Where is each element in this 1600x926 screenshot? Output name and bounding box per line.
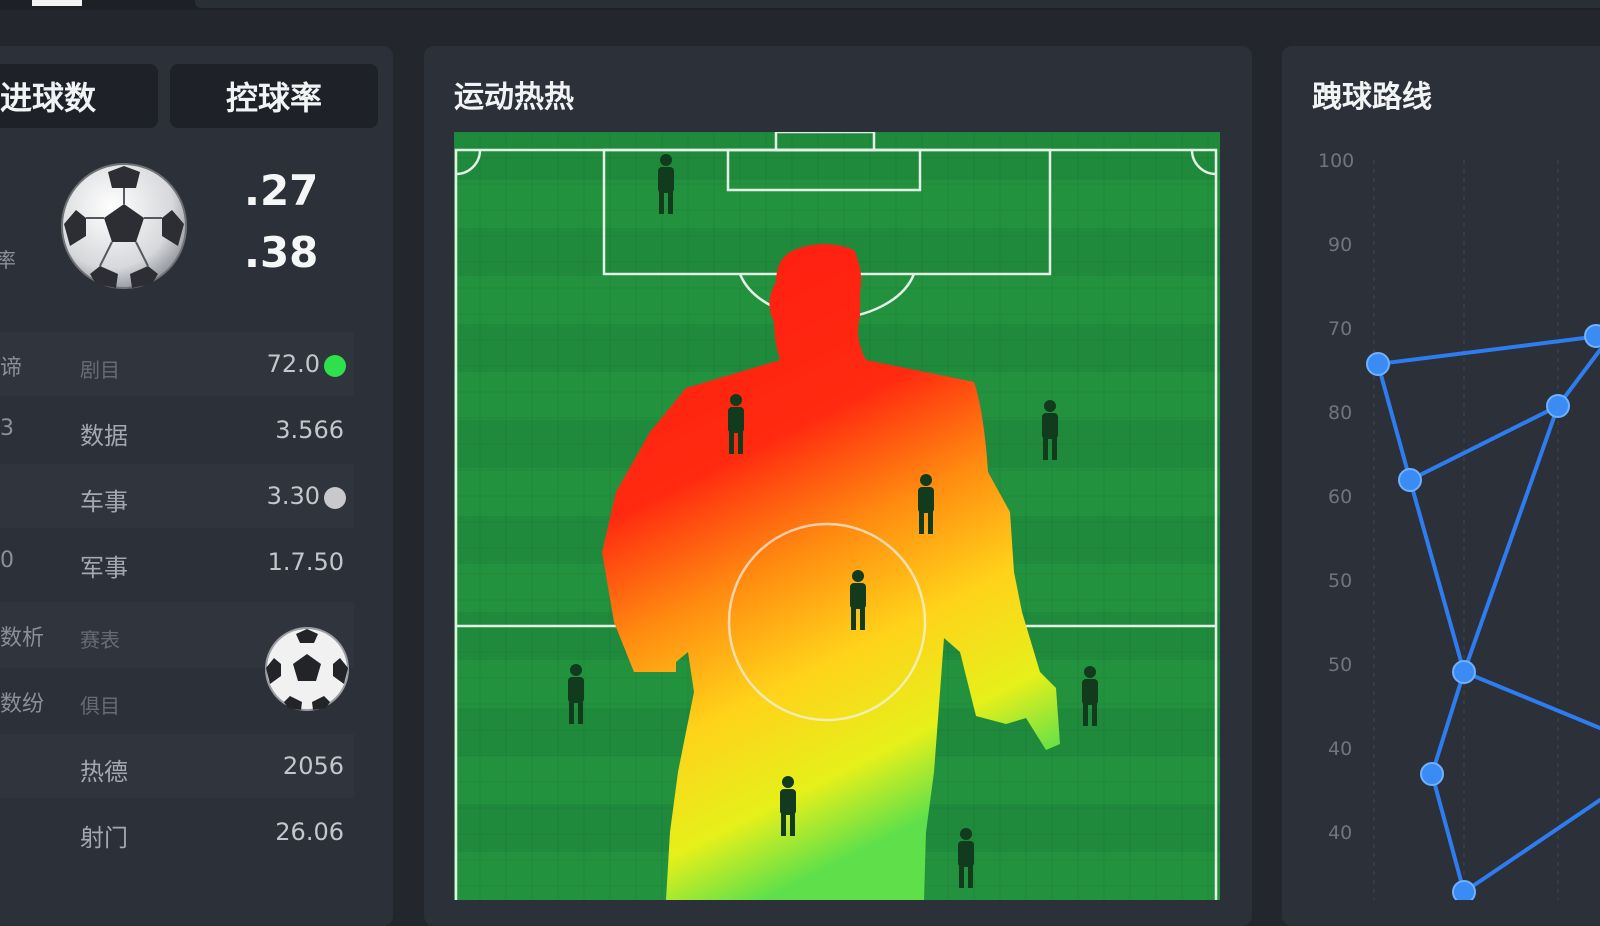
stat-row: 3 数据 3.566 [0,398,354,462]
stat-label: 军事 [80,554,128,582]
stat-row: 热德 2056 [0,734,354,798]
tab-possession-label: 控球率 [225,79,322,117]
stat-label: 数据 [80,422,128,450]
y-axis-label: 90 [1328,234,1353,256]
soccer-ball-icon [61,163,187,289]
route-chart [1366,160,1600,900]
y-axis-label: 50 [1328,570,1353,592]
stat-row: 谛 剧目 72.0 [0,332,354,396]
stat-row: 0 军事 1.7.50 [0,530,354,594]
route-grid [1373,160,1559,900]
tab-goals-label: 进球数 [0,79,97,117]
stat-label: 剧目 [80,358,120,382]
status-dot [324,487,346,509]
stat-value: 3.30 [266,482,320,510]
logo [32,0,82,6]
stat-cut-label: 谛 [0,356,23,381]
route-node [1452,660,1476,684]
top-strip [195,0,1600,8]
y-axis-label: 40 [1328,738,1353,760]
y-axis-label: 60 [1328,486,1353,508]
stat-value: 26.06 [275,818,344,846]
stat-label: 射门 [80,824,128,852]
y-axis-label: 40 [1328,822,1353,844]
stat-value: 3.566 [275,416,344,444]
heatmap-title: 运动热热 [454,80,574,115]
route-lines [1376,334,1600,894]
status-dot [324,355,346,377]
top-bar [0,0,1600,10]
y-axis-label: 100 [1318,150,1355,172]
summary-value-b: .38 [244,228,319,277]
stat-row: 车事 3.30 [0,464,354,528]
stat-label: 车事 [80,488,128,516]
left-cut-label: 率 [0,248,16,272]
y-axis-label: 50 [1328,654,1353,676]
stat-label: 俱目 [80,694,120,718]
heatmap-pitch [454,132,1220,900]
route-node [1546,394,1570,418]
stat-label: 热德 [80,758,128,786]
y-axis-label: 70 [1328,318,1353,340]
stat-row: 射门 26.06 [0,800,354,864]
tab-goals[interactable]: 进球数 [0,64,158,128]
y-axis-label: 80 [1328,402,1353,424]
tab-possession[interactable]: 控球率 [170,64,378,128]
route-node [1584,324,1600,348]
summary-value-a: .27 [244,166,319,215]
stat-cut-label: 3 [0,416,14,441]
route-title: 跩球路线 [1312,80,1432,115]
stat-label: 赛表 [80,628,120,652]
stat-value: 1.7.50 [267,548,344,576]
stat-cut-label: 数纷 [0,692,45,717]
stat-cut-label: 0 [0,548,14,573]
route-node [1420,762,1444,786]
soccer-ball-small-icon [265,627,349,711]
stat-cut-label: 数析 [0,626,45,651]
route-node [1452,880,1476,900]
route-node [1398,468,1422,492]
route-node [1366,352,1390,376]
stat-value: 72.0 [266,350,320,378]
stat-value: 2056 [282,752,344,780]
